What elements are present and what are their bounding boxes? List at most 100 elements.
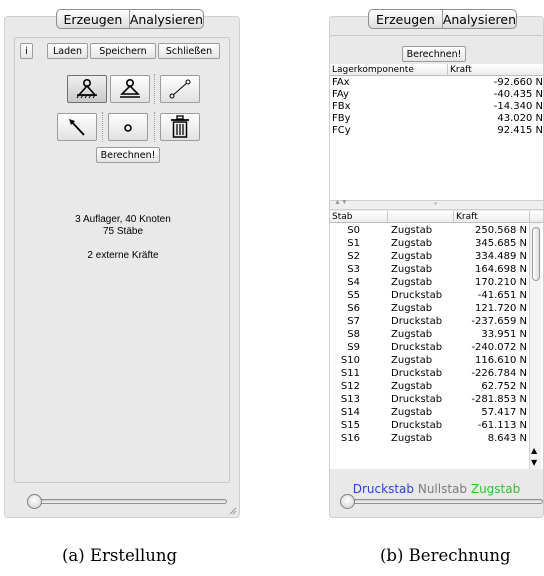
info-button[interactable]: i [20, 43, 33, 59]
bar-force: 62.752 N [481, 381, 527, 392]
scroll-up-icon[interactable]: ▲ [531, 446, 537, 455]
scroll-down-icon[interactable]: ▼ [531, 458, 537, 467]
header-component[interactable]: Lagerkomponente [330, 64, 448, 76]
tab-analysieren[interactable]: Analysieren [130, 10, 203, 28]
bar-name: S2 [347, 251, 360, 262]
delete-tool[interactable] [160, 113, 200, 141]
support-force: -92.660 N [493, 77, 543, 88]
force-arrow-icon [69, 119, 85, 136]
bar-type: Zugstab [391, 251, 433, 262]
header-type[interactable] [388, 211, 454, 223]
support-force: 43.020 N [497, 113, 543, 124]
force-tool[interactable] [57, 113, 97, 141]
load-button[interactable]: Laden [47, 43, 88, 59]
table-row[interactable]: FAy -40.435 N [330, 89, 543, 101]
table-row[interactable]: S14 Zugstab 57.417 N [330, 407, 529, 419]
bar-force: -226.784 N [471, 368, 527, 379]
calculate-button[interactable]: Berechnen! [402, 46, 466, 62]
bar-name: S15 [340, 420, 360, 431]
table-row[interactable]: S4 Zugstab 170.210 N [330, 277, 529, 289]
bar-force: -281.853 N [471, 394, 527, 405]
bar-force: -61.113 N [477, 420, 527, 431]
table-row[interactable]: S12 Zugstab 62.752 N [330, 381, 529, 393]
table-row[interactable]: S8 Zugstab 33.951 N [330, 329, 529, 341]
header-force[interactable]: Kraft [454, 211, 530, 223]
bar-force: -41.651 N [477, 290, 527, 301]
bar-name: S12 [340, 381, 360, 392]
table-row[interactable]: S3 Zugstab 164.698 N [330, 264, 529, 276]
table-header: Stab Kraft [330, 211, 543, 223]
node-tool[interactable] [108, 113, 148, 141]
zoom-slider[interactable] [5, 487, 239, 517]
slider-knob[interactable] [340, 494, 355, 509]
bar-name: S9 [347, 342, 360, 353]
support-component: FAy [332, 89, 349, 100]
tab-erzeugen[interactable]: Erzeugen [369, 10, 443, 28]
table-row[interactable]: S5 Druckstab -41.651 N [330, 290, 529, 302]
table-row[interactable]: S10 Zugstab 116.610 N [330, 355, 529, 367]
support-component: FAx [332, 77, 350, 88]
bar-force: 334.489 N [474, 251, 527, 262]
bar-type: Zugstab [391, 381, 433, 392]
table-row[interactable]: S15 Druckstab -61.113 N [330, 420, 529, 432]
table-row[interactable]: S16 Zugstab 8.643 N [330, 433, 529, 445]
bar-type: Druckstab [391, 368, 443, 379]
split-divider[interactable]: ▲▼ ◦ [330, 198, 543, 210]
caption-a: (a) Erstellung [62, 546, 178, 565]
scrollbar-thumb[interactable] [532, 227, 540, 281]
close-button[interactable]: Schließen [158, 43, 220, 59]
caption-b: (b) Berechnung [380, 546, 511, 565]
zoom-slider[interactable] [330, 487, 543, 517]
table-row[interactable]: FBy 43.020 N [330, 113, 543, 125]
pinned-support-tool[interactable] [67, 75, 107, 103]
bar-force: 250.568 N [474, 225, 527, 236]
bar-name: S13 [340, 394, 360, 405]
bar-name: S14 [340, 407, 360, 418]
bar-type: Zugstab [391, 329, 433, 340]
table-row[interactable]: S2 Zugstab 334.489 N [330, 251, 529, 263]
bar-name: S0 [347, 225, 360, 236]
bar-tool[interactable] [160, 75, 200, 103]
header-force[interactable]: Kraft [448, 64, 543, 76]
bar-name: S5 [347, 290, 360, 301]
table-row[interactable]: S13 Druckstab -281.853 N [330, 394, 529, 406]
table-row[interactable]: S6 Zugstab 121.720 N [330, 303, 529, 315]
bar-type: Zugstab [391, 225, 433, 236]
support-force: -40.435 N [493, 89, 543, 100]
roller-support-tool[interactable] [110, 75, 150, 103]
table-row[interactable]: FBx -14.340 N [330, 101, 543, 113]
bar-table-scrollbar[interactable]: ▲ ▼ [529, 223, 541, 469]
bar-type: Druckstab [391, 316, 443, 327]
table-row[interactable]: S0 Zugstab 250.568 N [330, 225, 529, 237]
bar-name: S4 [347, 277, 360, 288]
slider-track[interactable] [342, 499, 543, 504]
bar-type: Druckstab [391, 290, 443, 301]
table-row[interactable]: S1 Zugstab 345.685 N [330, 238, 529, 250]
bar-name: S10 [340, 355, 360, 366]
resize-grip-icon[interactable] [229, 507, 237, 515]
bar-force: -240.072 N [471, 342, 527, 353]
table-row[interactable]: S7 Druckstab -237.659 N [330, 316, 529, 328]
slider-knob[interactable] [27, 494, 42, 509]
save-button[interactable]: Speichern [90, 43, 156, 59]
support-component: FCy [332, 125, 351, 136]
header-bar[interactable]: Stab [330, 211, 388, 223]
table-row[interactable]: FAx -92.660 N [330, 77, 543, 89]
table-row[interactable]: FCy 92.415 N [330, 125, 543, 137]
support-force: -14.340 N [493, 101, 543, 112]
calculate-button[interactable]: Berechnen! [96, 147, 160, 163]
table-row[interactable]: S9 Druckstab -240.072 N [330, 342, 529, 354]
bar-name: S8 [347, 329, 360, 340]
bar-type: Zugstab [391, 264, 433, 275]
bar-type: Zugstab [391, 238, 433, 249]
bar-name: S11 [340, 368, 360, 379]
bar-type: Zugstab [391, 303, 433, 314]
bar-type: Druckstab [391, 342, 443, 353]
table-row[interactable]: S11 Druckstab -226.784 N [330, 368, 529, 380]
structure-summary: 3 Auflager, 40 Knoten [75, 214, 171, 225]
slider-track[interactable] [29, 499, 227, 504]
bar-type: Zugstab [391, 433, 433, 444]
sort-arrows-icon: ▲▼ [334, 199, 348, 206]
tab-analysieren[interactable]: Analysieren [443, 10, 516, 28]
tab-erzeugen[interactable]: Erzeugen [57, 10, 130, 28]
